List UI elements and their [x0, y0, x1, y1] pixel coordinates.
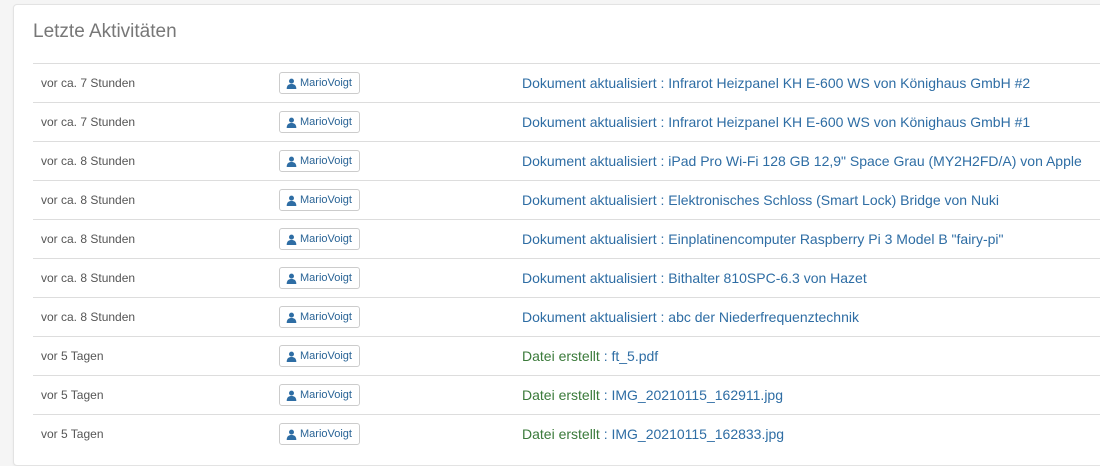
activity-separator: : — [599, 387, 612, 403]
activity-description: Datei erstellt : ft_5.pdf — [522, 337, 658, 375]
user-button[interactable]: MarioVoigt — [279, 384, 360, 406]
user-icon — [286, 273, 297, 284]
table-row: vor 5 Tagen MarioVoigt Datei erstellt : … — [33, 336, 1100, 375]
activity-description: Datei erstellt : IMG_20210115_162911.jpg — [522, 376, 783, 414]
activity-target-link[interactable]: Bithalter 810SPC-6.3 von Hazet — [668, 270, 866, 286]
activity-time: vor ca. 8 Stunden — [41, 271, 136, 285]
activity-time: vor ca. 8 Stunden — [41, 193, 136, 207]
activity-type: Datei erstellt — [522, 348, 600, 364]
user-icon — [286, 195, 297, 206]
user-icon — [286, 351, 297, 362]
activity-target-link[interactable]: Einplatinencomputer Raspberry Pi 3 Model… — [668, 231, 1003, 247]
activity-type: Dokument aktualisiert — [522, 270, 657, 286]
activity-time: vor 5 Tagen — [41, 388, 104, 402]
activity-target-link[interactable]: Infrarot Heizpanel KH E-600 WS von König… — [668, 114, 1030, 130]
activity-time: vor 5 Tagen — [41, 427, 104, 441]
activity-description: Dokument aktualisiert : Einplatinencompu… — [522, 220, 1004, 258]
user-icon — [286, 390, 297, 401]
activity-type: Dokument aktualisiert — [522, 75, 657, 91]
user-name: MarioVoigt — [300, 233, 352, 245]
user-name: MarioVoigt — [300, 428, 352, 440]
activity-type: Dokument aktualisiert — [522, 114, 657, 130]
activity-time: vor ca. 7 Stunden — [41, 115, 136, 129]
activity-target-link[interactable]: Infrarot Heizpanel KH E-600 WS von König… — [668, 75, 1030, 91]
activity-target-link[interactable]: ft_5.pdf — [611, 348, 658, 364]
user-name: MarioVoigt — [300, 116, 352, 128]
activity-target-link[interactable]: IMG_20210115_162833.jpg — [611, 426, 784, 442]
activity-panel: Letzte Aktivitäten vor ca. 7 Stunden Mar… — [13, 4, 1100, 466]
user-icon — [286, 156, 297, 167]
activity-separator: : — [656, 153, 669, 169]
user-icon — [286, 117, 297, 128]
table-row: vor ca. 7 Stunden MarioVoigt Dokument ak… — [33, 63, 1100, 102]
activity-separator: : — [599, 348, 612, 364]
activity-type: Dokument aktualisiert — [522, 231, 657, 247]
activity-separator: : — [656, 75, 669, 91]
activity-description: Dokument aktualisiert : abc der Niederfr… — [522, 298, 859, 336]
activity-separator: : — [656, 192, 669, 208]
activity-description: Dokument aktualisiert : Infrarot Heizpan… — [522, 64, 1030, 102]
user-name: MarioVoigt — [300, 389, 352, 401]
activity-time: vor 5 Tagen — [41, 349, 104, 363]
activity-type: Dokument aktualisiert — [522, 309, 657, 325]
activity-separator: : — [656, 114, 669, 130]
panel-title: Letzte Aktivitäten — [33, 21, 177, 42]
user-button[interactable]: MarioVoigt — [279, 150, 360, 172]
activity-time: vor ca. 8 Stunden — [41, 310, 136, 324]
activity-type: Dokument aktualisiert — [522, 153, 657, 169]
activity-target-link[interactable]: iPad Pro Wi-Fi 128 GB 12,9" Space Grau (… — [668, 153, 1081, 169]
user-button[interactable]: MarioVoigt — [279, 228, 360, 250]
user-icon — [286, 429, 297, 440]
activity-description: Datei erstellt : IMG_20210115_162833.jpg — [522, 415, 784, 453]
user-button[interactable]: MarioVoigt — [279, 306, 360, 328]
user-name: MarioVoigt — [300, 194, 352, 206]
user-name: MarioVoigt — [300, 311, 352, 323]
user-name: MarioVoigt — [300, 155, 352, 167]
activity-time: vor ca. 8 Stunden — [41, 232, 136, 246]
user-icon — [286, 234, 297, 245]
user-button[interactable]: MarioVoigt — [279, 345, 360, 367]
user-button[interactable]: MarioVoigt — [279, 111, 360, 133]
activity-separator: : — [599, 426, 612, 442]
table-row: vor ca. 7 Stunden MarioVoigt Dokument ak… — [33, 102, 1100, 141]
table-row: vor ca. 8 Stunden MarioVoigt Dokument ak… — [33, 141, 1100, 180]
user-button[interactable]: MarioVoigt — [279, 72, 360, 94]
user-button[interactable]: MarioVoigt — [279, 423, 360, 445]
user-name: MarioVoigt — [300, 272, 352, 284]
user-button[interactable]: MarioVoigt — [279, 267, 360, 289]
user-name: MarioVoigt — [300, 350, 352, 362]
user-icon — [286, 78, 297, 89]
user-icon — [286, 312, 297, 323]
activity-description: Dokument aktualisiert : Bithalter 810SPC… — [522, 259, 867, 297]
activity-time: vor ca. 7 Stunden — [41, 76, 136, 90]
table-row: vor ca. 8 Stunden MarioVoigt Dokument ak… — [33, 180, 1100, 219]
activity-table: vor ca. 7 Stunden MarioVoigt Dokument ak… — [33, 63, 1100, 453]
activity-description: Dokument aktualisiert : Elektronisches S… — [522, 181, 999, 219]
table-row: vor ca. 8 Stunden MarioVoigt Dokument ak… — [33, 258, 1100, 297]
activity-target-link[interactable]: IMG_20210115_162911.jpg — [611, 387, 783, 403]
activity-type: Datei erstellt — [522, 426, 600, 442]
user-button[interactable]: MarioVoigt — [279, 189, 360, 211]
activity-separator: : — [656, 270, 669, 286]
activity-separator: : — [656, 231, 669, 247]
activity-separator: : — [656, 309, 669, 325]
table-row: vor ca. 8 Stunden MarioVoigt Dokument ak… — [33, 297, 1100, 336]
activity-type: Dokument aktualisiert — [522, 192, 657, 208]
table-row: vor ca. 8 Stunden MarioVoigt Dokument ak… — [33, 219, 1100, 258]
activity-time: vor ca. 8 Stunden — [41, 154, 136, 168]
activity-target-link[interactable]: abc der Niederfrequenztechnik — [668, 309, 859, 325]
activity-description: Dokument aktualisiert : iPad Pro Wi-Fi 1… — [522, 142, 1082, 180]
activity-target-link[interactable]: Elektronisches Schloss (Smart Lock) Brid… — [668, 192, 999, 208]
activity-description: Dokument aktualisiert : Infrarot Heizpan… — [522, 103, 1030, 141]
table-row: vor 5 Tagen MarioVoigt Datei erstellt : … — [33, 414, 1100, 453]
table-row: vor 5 Tagen MarioVoigt Datei erstellt : … — [33, 375, 1100, 414]
user-name: MarioVoigt — [300, 77, 352, 89]
activity-type: Datei erstellt — [522, 387, 600, 403]
